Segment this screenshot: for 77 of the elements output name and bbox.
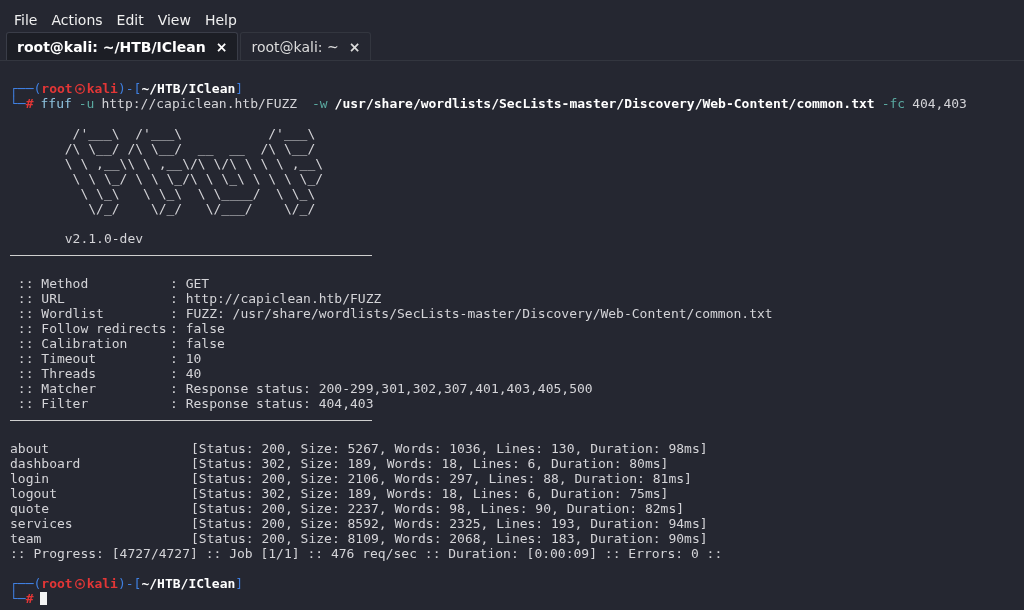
option-value: : Response status: 200-299,301,302,307,401,403,405,500 (170, 381, 593, 396)
menu-item[interactable]: Edit (116, 11, 144, 28)
command-option: -w (311, 96, 328, 111)
prompt-directory: ~/HTB/IClean (141, 81, 236, 96)
option-value: : 40 (170, 366, 202, 381)
result-path: dashboard (10, 456, 82, 471)
command-argument: http://capiclean.htb/FUZZ (101, 96, 299, 111)
result-path: team (10, 531, 43, 546)
terminal-tab[interactable]: root@kali: ~ × (240, 32, 372, 60)
option-value: : 10 (170, 351, 202, 366)
menu-item[interactable]: Actions (51, 11, 103, 28)
option-label: :: Threads (16, 366, 98, 381)
option-label: :: Follow redirects (16, 321, 168, 336)
prompt-directory: ~/HTB/IClean (141, 576, 236, 591)
option-value: : Response status: 404,403 (170, 396, 374, 411)
result-details: [Status: 302, Size: 189, Words: 18, Lines: 6, Duration: 75ms] (191, 486, 669, 501)
command-option: -u (78, 96, 95, 111)
menu-item[interactable]: Help (204, 11, 237, 28)
ascii-art-line: \/_/ \/_/ \/___/ \/_/ (87, 201, 316, 216)
option-value: : false (170, 321, 225, 336)
circled-at-icon (74, 578, 85, 589)
circled-at-icon (74, 83, 85, 94)
option-label: :: Filter (16, 396, 90, 411)
option-label: :: URL (16, 291, 66, 306)
result-details: [Status: 302, Size: 189, Words: 18, Lines: 6, Duration: 80ms] (191, 456, 669, 471)
result-path: services (10, 516, 74, 531)
option-label: :: Calibration (16, 336, 129, 351)
option-label: :: Method (16, 276, 90, 291)
result-details: [Status: 200, Size: 5267, Words: 1036, Lines: 130, Duration: 98ms] (191, 441, 708, 456)
prompt-host: kali (86, 576, 118, 591)
result-details: [Status: 200, Size: 8592, Words: 2325, Lines: 193, Duration: 94ms] (191, 516, 708, 531)
prompt-frame: )-[ (117, 576, 142, 591)
menu-item[interactable]: View (157, 11, 191, 28)
output-line: :: Progress: [4727/4727] :: Job [1/1] :: 476 req/sec :: Duration: [0:00:09] :: Errors: 0 :: (10, 546, 723, 561)
command-path: /usr/share/wordlists/SecLists-master/Discovery/Web-Content/common.txt (334, 96, 875, 111)
tab-title: root@kali: ~/HTB/IClean (17, 38, 206, 55)
tab-close-button[interactable]: × (215, 38, 228, 55)
menu-item[interactable]: File (14, 11, 38, 28)
prompt-frame: )-[ (117, 81, 142, 96)
prompt-corner: └─ (10, 96, 26, 111)
option-value: : GET (170, 276, 210, 291)
option-value: : http://capiclean.htb/FUZZ (170, 291, 382, 306)
command-option: -fc (881, 96, 906, 111)
ascii-art-line: /\ \__/ /\ \__/ __ __ /\ \__/ (63, 141, 316, 156)
command-name: ffuf (40, 96, 72, 111)
result-path: quote (10, 501, 51, 516)
prompt-frame: ] (235, 81, 244, 96)
text-cursor (40, 592, 48, 605)
result-path: about (10, 441, 51, 456)
prompt-symbol: # (25, 96, 34, 111)
command-argument: 404,403 (912, 96, 967, 111)
terminal-tab[interactable]: root@kali: ~/HTB/IClean × (6, 32, 239, 60)
option-label: :: Wordlist (16, 306, 105, 321)
option-label: :: Timeout (16, 351, 98, 366)
option-label: :: Matcher (16, 381, 98, 396)
ascii-art-line: \ \ \_/ \ \ \_/\ \ \_\ \ \ \ \_/ (71, 171, 324, 186)
prompt-frame: ┌──( (10, 81, 42, 96)
result-path: login (10, 471, 51, 486)
ascii-art-line: /'___\ /'___\ /'___\ (71, 126, 316, 141)
prompt-corner: └─ (10, 591, 26, 606)
prompt-frame: ┌──( (10, 576, 42, 591)
prompt-symbol: # (25, 591, 34, 606)
prompt-user: root (41, 576, 73, 591)
prompt-frame: ] (235, 576, 244, 591)
tab-title: root@kali: ~ (251, 38, 339, 55)
result-details: [Status: 200, Size: 2237, Words: 98, Lines: 90, Duration: 82ms] (191, 501, 685, 516)
tab-close-button[interactable]: × (348, 38, 361, 55)
option-value: : false (170, 336, 225, 351)
prompt-user: root (41, 81, 73, 96)
ascii-art-line: \ \_\ \ \_\ \ \____/ \ \_\ (79, 186, 316, 201)
result-details: [Status: 200, Size: 2106, Words: 297, Lines: 88, Duration: 81ms] (191, 471, 692, 486)
prompt-host: kali (86, 81, 118, 96)
result-path: logout (10, 486, 58, 501)
ascii-art-line: \ \ ,__\\ \ ,__\/\ \/\ \ \ \ ,__\ (63, 156, 324, 171)
result-details: [Status: 200, Size: 8109, Words: 2068, Lines: 183, Duration: 90ms] (191, 531, 708, 546)
output-line: v2.1.0-dev (63, 231, 144, 246)
option-value: : FUZZ: /usr/share/wordlists/SecLists-master/Discovery/Web-Content/common.txt (170, 306, 773, 321)
